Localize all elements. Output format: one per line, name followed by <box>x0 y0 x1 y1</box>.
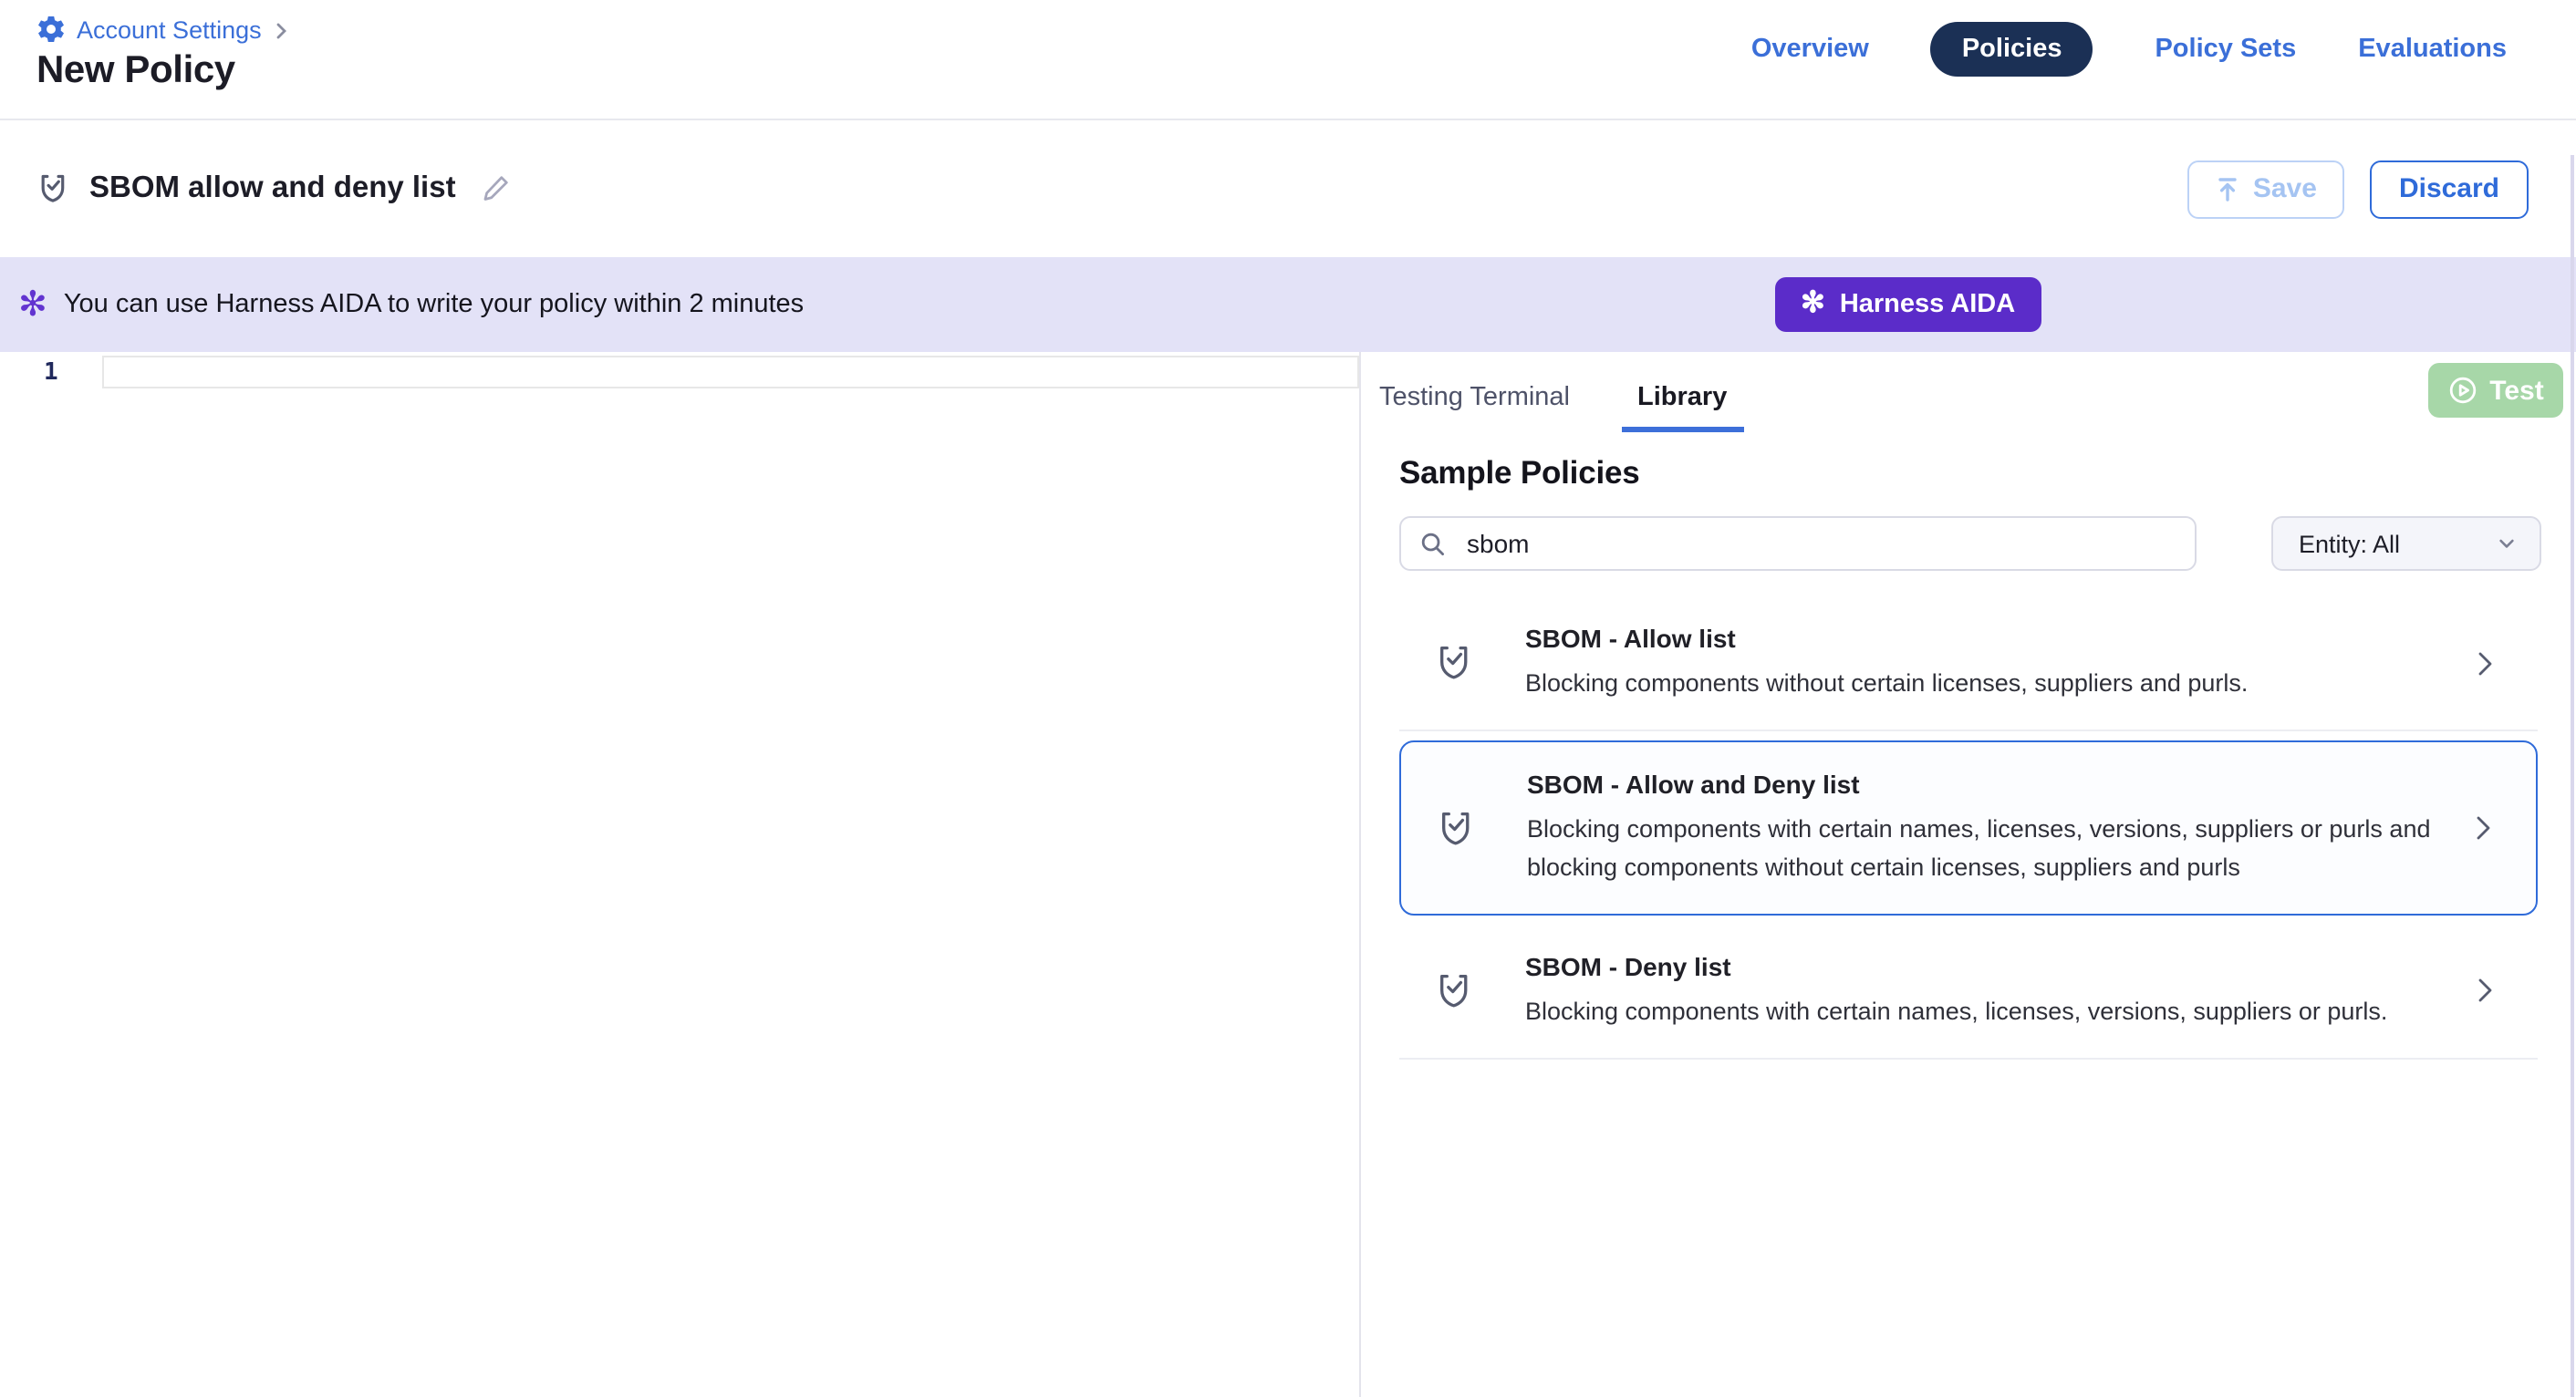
scrollbar-track[interactable] <box>2570 155 2574 1397</box>
harness-aida-button[interactable]: ✻ Harness AIDA <box>1775 277 2041 332</box>
search-input[interactable] <box>1463 527 2176 560</box>
nav-tab-policy-sets[interactable]: Policy Sets <box>2155 35 2296 64</box>
nav-tab-evaluations[interactable]: Evaluations <box>2358 35 2507 64</box>
search-icon <box>1419 530 1447 557</box>
aida-banner-text: You can use Harness AIDA to write your p… <box>64 290 804 319</box>
policy-card-title: SBOM - Allow and Deny list <box>1527 771 2467 800</box>
policy-toolbar: SBOM allow and deny list Save Discard <box>0 120 2576 257</box>
policy-card-description: Blocking components with certain names, … <box>1525 994 2465 1031</box>
library-panel: Testing Terminal Library Test Sample Pol… <box>1361 352 2576 1397</box>
policy-name-label: SBOM allow and deny list <box>89 171 456 206</box>
search-box <box>1399 516 2197 571</box>
chevron-right-icon <box>2468 647 2501 679</box>
sample-policy-list: SBOM - Allow list Blocking components wi… <box>1399 596 2538 1060</box>
upload-icon <box>2215 176 2240 202</box>
policy-code-editor[interactable]: 1 <box>0 352 1361 1397</box>
discard-button[interactable]: Discard <box>2370 160 2529 218</box>
nav-tab-policies[interactable]: Policies <box>1931 22 2093 77</box>
tab-testing-terminal[interactable]: Testing Terminal <box>1379 383 1570 432</box>
editor-line-number: 1 <box>44 359 58 387</box>
breadcrumb: Account Settings <box>36 15 291 44</box>
aida-flower-icon: ✻ <box>18 287 47 322</box>
policy-card-title: SBOM - Deny list <box>1525 952 2465 981</box>
edit-name-button[interactable] <box>480 173 511 204</box>
play-circle-icon <box>2447 376 2477 405</box>
breadcrumb-link-account-settings[interactable]: Account Settings <box>77 16 262 43</box>
save-button[interactable]: Save <box>2187 160 2344 218</box>
editor-current-line[interactable] <box>102 356 1359 388</box>
shield-check-icon <box>1434 642 1476 684</box>
page-header: Account Settings New Policy Overview Pol… <box>0 0 2576 120</box>
tab-library[interactable]: Library <box>1621 383 1743 432</box>
nav-tab-overview[interactable]: Overview <box>1751 35 1869 64</box>
chevron-right-icon <box>2467 812 2499 844</box>
page-title: New Policy <box>36 49 291 93</box>
shield-check-icon <box>1436 807 1478 849</box>
shield-check-icon <box>36 171 71 206</box>
policy-card-title: SBOM - Allow list <box>1525 624 2465 653</box>
chevron-right-icon <box>2468 975 2501 1008</box>
policy-card-description: Blocking components without certain lice… <box>1525 666 2465 703</box>
policy-card-sbom-allow-list[interactable]: SBOM - Allow list Blocking components wi… <box>1399 596 2538 732</box>
gear-icon <box>36 15 66 44</box>
breadcrumb-chevron-icon <box>273 21 291 39</box>
shield-check-icon <box>1434 970 1476 1012</box>
policy-card-sbom-deny-list[interactable]: SBOM - Deny list Blocking components wit… <box>1399 925 2538 1061</box>
app-window: Account Settings New Policy Overview Pol… <box>0 0 2576 1397</box>
test-button[interactable]: Test <box>2428 363 2563 418</box>
aida-banner: ✻ You can use Harness AIDA to write your… <box>0 257 2576 352</box>
policy-card-description: Blocking components with certain names, … <box>1527 812 2467 886</box>
sample-policies-heading: Sample Policies <box>1399 454 2576 492</box>
policy-card-sbom-allow-and-deny-list[interactable]: SBOM - Allow and Deny list Blocking comp… <box>1399 741 2538 916</box>
chevron-down-icon <box>2496 533 2518 554</box>
aida-flower-icon: ✻ <box>1801 290 1825 319</box>
module-nav: Overview Policies Policy Sets Evaluation… <box>1751 11 2507 88</box>
entity-filter-dropdown[interactable]: Entity: All <box>2271 516 2541 571</box>
